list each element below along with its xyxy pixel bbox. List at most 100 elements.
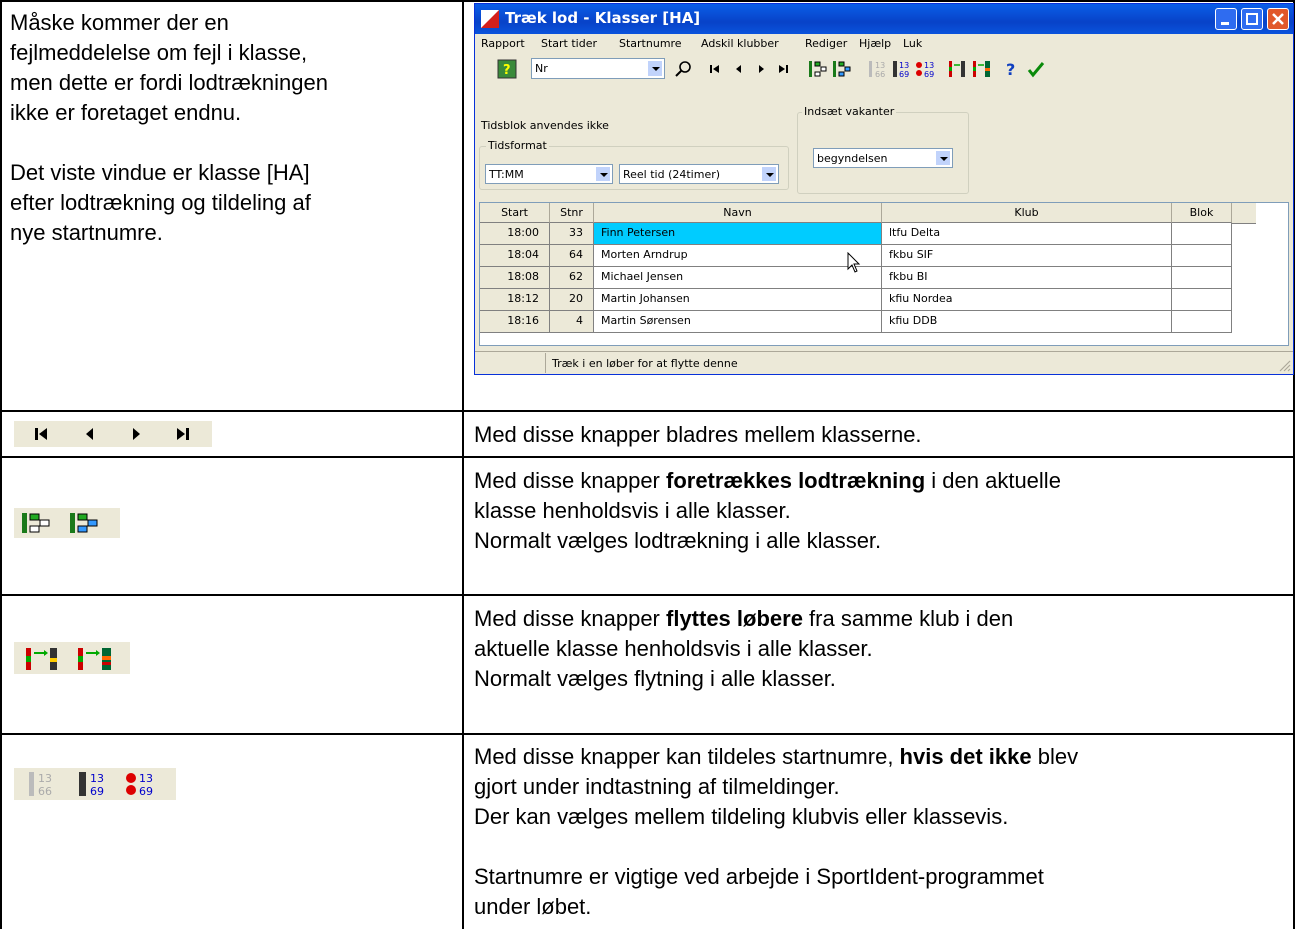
column-header-klub[interactable]: Klub — [882, 203, 1172, 223]
move-all-icon[interactable] — [971, 59, 993, 79]
cell-stnr[interactable]: 20 — [550, 289, 594, 311]
status-text: Træk i en løber for at flytte denne — [552, 357, 738, 370]
chevron-down-icon[interactable] — [761, 166, 777, 182]
chevron-down-icon[interactable] — [935, 150, 951, 166]
chevron-down-icon[interactable] — [595, 166, 611, 182]
menu-luk[interactable]: Luk — [903, 37, 922, 50]
cell-navn[interactable]: Martin Sørensen — [594, 311, 882, 333]
table-row-divider — [0, 410, 1295, 412]
move-class-icon[interactable] — [947, 59, 969, 79]
cell-navn[interactable]: Michael Jensen — [594, 267, 882, 289]
search-field-value: Nr — [535, 62, 548, 75]
numbers-disabled-icon[interactable]: 1366 — [867, 59, 889, 79]
last-icon[interactable] — [775, 59, 791, 79]
first-icon[interactable] — [707, 59, 723, 79]
column-header-navn[interactable]: Navn — [594, 203, 882, 223]
vakanter-value: begyndelsen — [817, 152, 888, 165]
previous-icon[interactable] — [731, 59, 747, 79]
move-text-lead: Med disse knapper — [474, 606, 666, 631]
tidsformat-label: Tidsformat — [486, 139, 549, 152]
table-border-top — [0, 0, 1295, 2]
cell-klub[interactable]: kfiu Nordea — [882, 289, 1172, 311]
numbers-buttons-image: 13 66 13 69 13 69 — [14, 768, 176, 800]
draw-class-icon[interactable] — [807, 59, 829, 79]
numbers-class-icon[interactable]: 1369 — [915, 59, 937, 79]
draw-buttons-description: Med disse knapper foretrækkes lodtræknin… — [474, 466, 1284, 556]
chevron-down-icon[interactable] — [647, 60, 663, 77]
menu-adskil-klubber[interactable]: Adskil klubber — [701, 37, 779, 50]
window-titlebar[interactable]: Træk lod - Klasser [HA] — [475, 4, 1293, 34]
draw-text-lead: Med disse knapper — [474, 468, 666, 493]
menu-rediger[interactable]: Rediger — [805, 37, 847, 50]
question-icon[interactable]: ? — [1003, 59, 1019, 79]
tidstype-value: Reel tid (24timer) — [623, 168, 721, 181]
cell-klub[interactable]: ltfu Delta — [882, 223, 1172, 245]
cell-klub[interactable]: fkbu BI — [882, 267, 1172, 289]
vakanter-combo[interactable]: begyndelsen — [813, 148, 953, 168]
numbers-disabled-icon: 1366 — [29, 772, 52, 798]
next-icon[interactable] — [753, 59, 769, 79]
column-header-blok[interactable]: Blok — [1172, 203, 1232, 223]
svg-text:13: 13 — [90, 772, 104, 785]
svg-text:13: 13 — [875, 61, 885, 70]
minimize-button[interactable] — [1215, 8, 1237, 30]
check-icon[interactable] — [1027, 59, 1045, 79]
tidsformat-combo[interactable]: TT:MM — [485, 164, 613, 184]
cell-klub[interactable]: fkbu SIF — [882, 245, 1172, 267]
maximize-icon — [1246, 13, 1258, 25]
toolbar: ? Nr 13 66 13 69 13 69 ? — [475, 54, 1293, 84]
table-row[interactable]: 18:12 20 Martin Johansen kfiu Nordea — [480, 289, 1232, 311]
cell-start[interactable]: 18:12 — [480, 289, 550, 311]
column-header-start[interactable]: Start — [480, 203, 550, 223]
search-field-combo[interactable]: Nr — [531, 58, 665, 79]
menu-bar: Rapport Start tider Startnumre Adskil kl… — [475, 34, 1293, 54]
help-book-icon[interactable]: ? — [497, 59, 517, 79]
close-button[interactable] — [1267, 8, 1289, 30]
cell-blok[interactable] — [1172, 311, 1232, 333]
cell-blok[interactable] — [1172, 223, 1232, 245]
cell-stnr[interactable]: 64 — [550, 245, 594, 267]
menu-hjaelp[interactable]: Hjælp — [859, 37, 891, 50]
table-row[interactable]: 18:00 33 Finn Petersen ltfu Delta — [480, 223, 1232, 245]
table-row[interactable]: 18:16 4 Martin Sørensen kfiu DDB — [480, 311, 1232, 333]
cell-stnr[interactable]: 62 — [550, 267, 594, 289]
cell-start[interactable]: 18:08 — [480, 267, 550, 289]
next-icon — [133, 428, 140, 440]
cell-navn[interactable]: Martin Johansen — [594, 289, 882, 311]
cell-blok[interactable] — [1172, 289, 1232, 311]
numbers-class-icon: 1369 — [126, 772, 153, 798]
intro-text: Måske kommer der en fejlmeddelelse om fe… — [10, 10, 328, 245]
cell-navn[interactable]: Morten Arndrup — [594, 245, 882, 267]
cell-start[interactable]: 18:00 — [480, 223, 550, 245]
cell-blok[interactable] — [1172, 267, 1232, 289]
cell-start[interactable]: 18:04 — [480, 245, 550, 267]
numbers-text-lead: Med disse knapper kan tildeles startnumr… — [474, 744, 900, 769]
move-text-emphasis: flyttes løbere — [666, 606, 803, 631]
menu-rapport[interactable]: Rapport — [481, 37, 525, 50]
menu-startnumre[interactable]: Startnumre — [619, 37, 682, 50]
maximize-button[interactable] — [1241, 8, 1263, 30]
start-list-grid: Start Stnr Navn Klub Blok 18:00 33 Finn Pe… — [479, 202, 1289, 346]
resize-grip-icon[interactable] — [1277, 358, 1291, 372]
svg-text:69: 69 — [139, 785, 153, 798]
last-icon — [177, 428, 189, 440]
cell-stnr[interactable]: 33 — [550, 223, 594, 245]
menu-start-tider[interactable]: Start tider — [541, 37, 597, 50]
table-column-divider — [462, 0, 464, 929]
numbers-club-icon[interactable]: 1369 — [891, 59, 913, 79]
minimize-icon — [1221, 22, 1229, 25]
tidstype-combo[interactable]: Reel tid (24timer) — [619, 164, 779, 184]
table-row-divider — [0, 456, 1295, 458]
svg-text:13: 13 — [924, 61, 934, 70]
cell-start[interactable]: 18:16 — [480, 311, 550, 333]
svg-text:69: 69 — [90, 785, 104, 798]
draw-all-icon[interactable] — [831, 59, 853, 79]
column-header-stnr[interactable]: Stnr — [550, 203, 594, 223]
cell-stnr[interactable]: 4 — [550, 311, 594, 333]
cell-blok[interactable] — [1172, 245, 1232, 267]
svg-text:66: 66 — [38, 785, 52, 798]
cell-klub[interactable]: kfiu DDB — [882, 311, 1172, 333]
search-icon[interactable] — [673, 59, 695, 79]
cell-navn[interactable]: Finn Petersen — [594, 223, 882, 245]
draw-lots-window: Træk lod - Klasser [HA] Rapport Start ti… — [474, 3, 1294, 375]
